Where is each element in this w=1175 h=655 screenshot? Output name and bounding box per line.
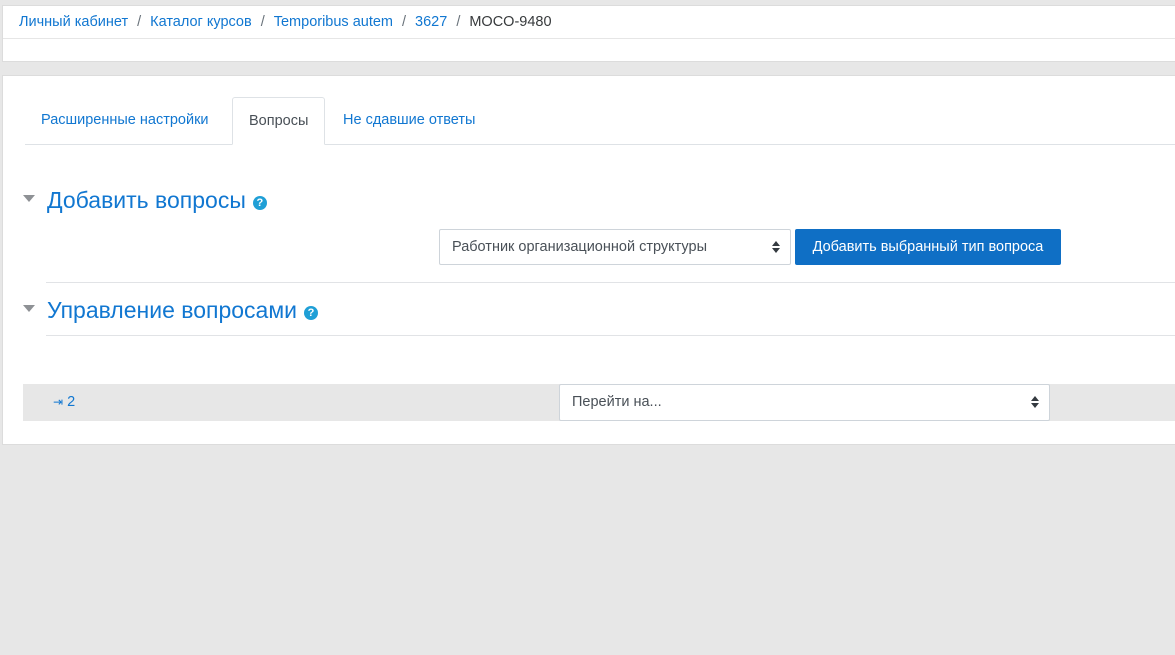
manage-questions-title[interactable]: Управление вопросами — [47, 297, 297, 324]
tab-bar: Расширенные настройки Вопросы Не сдавшие… — [25, 97, 1175, 145]
breadcrumb-separator: / — [402, 14, 407, 30]
add-questions-title[interactable]: Добавить вопросы — [47, 187, 246, 214]
tab-advanced-settings[interactable]: Расширенные настройки — [25, 97, 225, 145]
breadcrumb-separator: / — [260, 14, 265, 30]
page-link-2[interactable]: ⇥ 2 — [53, 394, 75, 410]
tab-questions[interactable]: Вопросы — [232, 97, 326, 145]
tab-non-respondents[interactable]: Не сдавшие ответы — [327, 97, 491, 145]
page-link-label: 2 — [67, 394, 76, 410]
breadcrumb-current: MOCO-9480 — [469, 14, 552, 30]
add-question-type-button[interactable]: Добавить выбранный тип вопроса — [795, 229, 1061, 265]
jump-to-select[interactable]: Перейти на... — [559, 384, 1050, 421]
select-arrows-icon — [1031, 396, 1039, 408]
main-card: Расширенные настройки Вопросы Не сдавшие… — [2, 75, 1175, 445]
breadcrumb-item-course[interactable]: 3627 — [415, 14, 447, 30]
select-arrows-icon — [772, 241, 780, 253]
header-divider — [3, 38, 1175, 39]
question-type-selected: Работник организационной структуры — [452, 239, 708, 255]
page-navigation-bar: ⇥ 2 Перейти на... — [23, 384, 1175, 421]
breadcrumb-separator: / — [456, 14, 461, 30]
breadcrumb-item-category[interactable]: Temporibus autem — [274, 14, 393, 30]
help-icon[interactable]: ? — [252, 195, 267, 210]
section-divider — [46, 282, 1175, 283]
add-questions-header: Добавить вопросы ? — [23, 187, 267, 214]
breadcrumb: Личный кабинет / Каталог курсов / Tempor… — [19, 14, 552, 30]
manage-questions-header: Управление вопросами ? — [23, 297, 318, 324]
breadcrumb-card: Личный кабинет / Каталог курсов / Tempor… — [2, 5, 1175, 62]
section-divider — [46, 335, 1175, 336]
help-icon[interactable]: ? — [304, 305, 318, 320]
arrow-to-right-icon: ⇥ — [53, 395, 64, 409]
breadcrumb-item-dashboard[interactable]: Личный кабинет — [19, 14, 128, 30]
breadcrumb-item-course-catalog[interactable]: Каталог курсов — [150, 14, 252, 30]
collapse-caret-icon[interactable] — [23, 305, 35, 312]
breadcrumb-separator: / — [137, 14, 142, 30]
collapse-caret-icon[interactable] — [23, 195, 35, 202]
jump-to-placeholder: Перейти на... — [572, 394, 662, 410]
question-type-select[interactable]: Работник организационной структуры — [439, 229, 791, 265]
